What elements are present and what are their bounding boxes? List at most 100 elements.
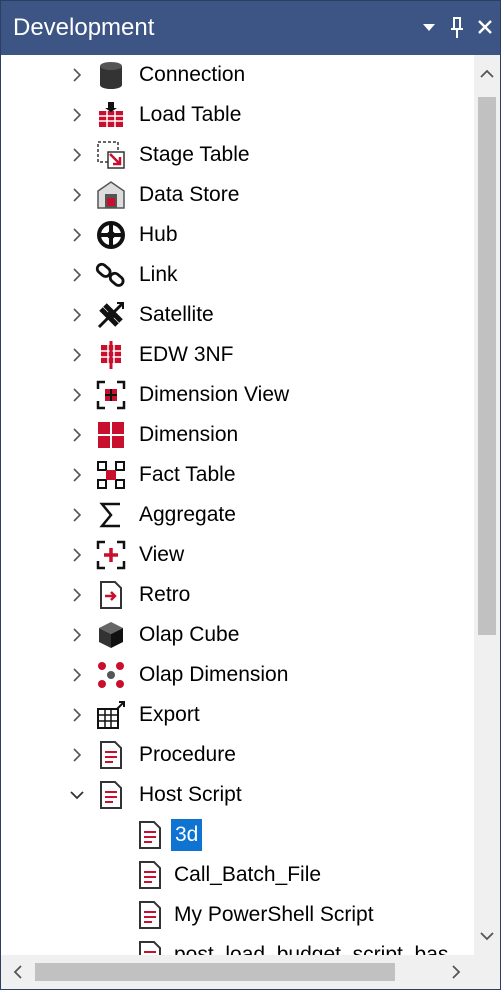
tree-item-label: Connection <box>139 63 246 86</box>
tree-item-label: Host Script <box>139 783 242 806</box>
chevron-right-icon[interactable] <box>67 465 87 485</box>
tree-item-dimension[interactable]: Dimension <box>1 415 474 455</box>
load-table-icon <box>99 102 123 127</box>
hub-icon <box>97 221 125 249</box>
chevron-right-icon[interactable] <box>67 225 87 245</box>
chevron-right-icon[interactable] <box>67 265 87 285</box>
scroll-up-icon[interactable] <box>474 59 500 89</box>
chevron-down-icon[interactable] <box>419 11 439 43</box>
tree-item-label: Export <box>139 703 200 726</box>
tree-item-label: Satellite <box>139 303 214 326</box>
tree-item-data-store[interactable]: Data Store <box>1 175 474 215</box>
tree-item-export[interactable]: Export <box>1 695 474 735</box>
scroll-down-icon[interactable] <box>474 921 500 951</box>
scroll-left-icon[interactable] <box>5 957 31 987</box>
tree-item-procedure[interactable]: Procedure <box>1 735 474 775</box>
chevron-right-icon[interactable] <box>67 65 87 85</box>
satellite-icon <box>97 301 125 329</box>
tree-item-label: View <box>139 543 185 566</box>
script-file-icon <box>139 901 161 929</box>
tree-child-post-load-budget-script[interactable]: post_load_budget_script_bas <box>1 935 474 955</box>
scrollbar-corner <box>474 955 500 989</box>
document-icon <box>100 781 122 809</box>
dimension-view-icon <box>96 380 126 410</box>
tree-item-label: Link <box>139 263 178 286</box>
chevron-right-icon[interactable] <box>67 545 87 565</box>
edw-3nf-icon <box>101 341 121 369</box>
chevron-down-icon[interactable] <box>67 785 87 805</box>
fact-table-icon <box>97 461 125 489</box>
tree-item-connection[interactable]: Connection <box>1 55 474 95</box>
tree-item-aggregate[interactable]: Aggregate <box>1 495 474 535</box>
tree-item-dimension-view[interactable]: Dimension View <box>1 375 474 415</box>
tree-item-olap-cube[interactable]: Olap Cube <box>1 615 474 655</box>
chevron-right-icon[interactable] <box>67 625 87 645</box>
export-icon <box>97 701 125 729</box>
tree-item-olap-dimension[interactable]: Olap Dimension <box>1 655 474 695</box>
script-file-icon <box>139 941 161 955</box>
tree-child-3d[interactable]: 3d <box>1 815 474 855</box>
sigma-icon <box>99 502 120 528</box>
tree-item-fact-table[interactable]: Fact Table <box>1 455 474 495</box>
tree-item-label: Dimension <box>139 423 239 446</box>
tree-item-host-script[interactable]: Host Script <box>1 775 474 815</box>
tree-item-view[interactable]: View <box>1 535 474 575</box>
tree-item-label: Load Table <box>139 103 242 126</box>
chevron-right-icon[interactable] <box>67 105 87 125</box>
tree-item-label: Fact Table <box>139 463 236 486</box>
tree-child-label-selected: 3d <box>171 819 203 851</box>
scroll-right-icon[interactable] <box>443 957 469 987</box>
tree-child-label: Call_Batch_File <box>174 863 322 886</box>
tree-item-label: Retro <box>139 583 191 606</box>
chevron-right-icon[interactable] <box>67 185 87 205</box>
close-icon[interactable] <box>474 11 496 43</box>
chevron-right-icon[interactable] <box>67 745 87 765</box>
retro-icon <box>100 581 122 609</box>
tree-item-hub[interactable]: Hub <box>1 215 474 255</box>
tree-item-label: Olap Cube <box>139 623 240 646</box>
chevron-right-icon[interactable] <box>67 585 87 605</box>
chevron-right-icon[interactable] <box>67 145 87 165</box>
development-panel: Development Connection Load Table Stage … <box>0 0 501 990</box>
tree-item-retro[interactable]: Retro <box>1 575 474 615</box>
chevron-right-icon[interactable] <box>67 305 87 325</box>
tree-child-label: My PowerShell Script <box>174 903 374 926</box>
chevron-right-icon[interactable] <box>67 345 87 365</box>
chevron-right-icon[interactable] <box>67 705 87 725</box>
tree-child-call-batch-file[interactable]: Call_Batch_File <box>1 855 474 895</box>
tree-item-label: Data Store <box>139 183 240 206</box>
tree-item-label: Procedure <box>139 743 236 766</box>
chevron-right-icon[interactable] <box>67 425 87 445</box>
tree-item-label: Hub <box>139 223 178 246</box>
data-store-icon <box>97 181 125 209</box>
tree-item-label: EDW 3NF <box>139 343 234 366</box>
stage-table-icon <box>97 141 125 169</box>
view-icon <box>96 540 126 570</box>
tree-child-my-powershell-script[interactable]: My PowerShell Script <box>1 895 474 935</box>
tree-item-satellite[interactable]: Satellite <box>1 295 474 335</box>
tree-item-link[interactable]: Link <box>1 255 474 295</box>
tree-item-label: Aggregate <box>139 503 236 526</box>
pin-icon[interactable] <box>446 11 468 43</box>
link-icon <box>95 262 125 287</box>
chevron-right-icon[interactable] <box>67 505 87 525</box>
tree-item-label: Stage Table <box>139 143 250 166</box>
tree-item-load-table[interactable]: Load Table <box>1 95 474 135</box>
chevron-right-icon[interactable] <box>67 385 87 405</box>
horizontal-scrollbar[interactable] <box>1 955 474 989</box>
script-file-icon <box>139 821 161 849</box>
vertical-scroll-thumb[interactable] <box>478 97 496 635</box>
panel-title: Development <box>13 14 155 41</box>
horizontal-scroll-thumb[interactable] <box>35 963 395 981</box>
object-tree: Connection Load Table Stage Table Data S… <box>1 55 474 955</box>
tree-item-label: Olap Dimension <box>139 663 289 686</box>
vertical-scrollbar[interactable] <box>474 55 500 955</box>
chevron-right-icon[interactable] <box>67 665 87 685</box>
document-icon <box>100 741 122 769</box>
tree-item-stage-table[interactable]: Stage Table <box>1 135 474 175</box>
tree-item-edw-3nf[interactable]: EDW 3NF <box>1 335 474 375</box>
script-file-icon <box>139 861 161 889</box>
panel-titlebar[interactable]: Development <box>1 1 500 55</box>
olap-dimension-icon <box>98 662 124 688</box>
cube-icon <box>99 622 123 648</box>
